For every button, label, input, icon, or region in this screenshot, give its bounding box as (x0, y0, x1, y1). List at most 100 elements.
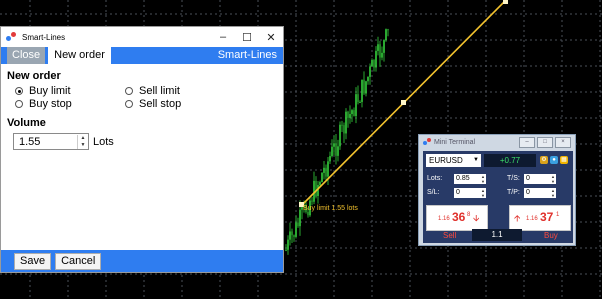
candle-body (357, 94, 359, 103)
mini-terminal-titlebar[interactable]: Mini Terminal – □ × (419, 135, 575, 149)
minimize-icon[interactable]: – (211, 27, 235, 47)
lots-field[interactable]: 0.85 ▲ ▼ (454, 174, 486, 184)
candle-body (307, 211, 309, 216)
chevron-up-icon[interactable]: ▲ (81, 135, 86, 142)
mini-terminal-logo-icon (423, 138, 431, 146)
candle-body (349, 114, 351, 118)
tab-new-order[interactable]: New order (48, 47, 111, 64)
radio-sell-stop[interactable]: Sell stop (125, 98, 235, 110)
candle-body (373, 60, 375, 68)
volume-unit: Lots (93, 135, 114, 148)
minimize-icon[interactable]: – (519, 137, 535, 148)
sell-button[interactable]: 1.16 36 8 🡫 (426, 205, 488, 231)
trendline-handle-end (503, 0, 508, 4)
candle-body (339, 124, 341, 147)
candle-body (379, 44, 381, 58)
sl-field[interactable]: 0 ▲ ▼ (454, 188, 486, 198)
candle-body (293, 235, 295, 237)
radio-buy-limit-dot[interactable] (15, 87, 23, 95)
sl-label: S/L: (427, 189, 440, 196)
arrow-down-icon: 🡫 (473, 213, 480, 223)
volume-stepper[interactable]: 1.55 ▲ ▼ (13, 133, 89, 150)
sell-label[interactable]: Sell (443, 231, 456, 240)
candles (285, 28, 389, 255)
buy-button[interactable]: 🡩 1.16 37 1 (509, 205, 571, 231)
chevron-down-icon[interactable]: ▼ (81, 142, 86, 149)
restore-icon[interactable]: □ (537, 137, 553, 148)
buy-price-prefix: 1.16 (526, 216, 538, 222)
candle-body (385, 29, 387, 41)
candle-body (297, 222, 299, 227)
arrow-up-icon: 🡩 (514, 213, 521, 223)
maximize-icon[interactable]: ☐ (235, 27, 259, 47)
dialog-footer: Save Cancel (1, 250, 283, 272)
lots-stepper[interactable]: ▲ ▼ (481, 174, 485, 184)
ts-field[interactable]: 0 ▲ ▼ (524, 174, 556, 184)
candle-body (287, 239, 289, 250)
chevron-down-icon[interactable]: ▼ (473, 154, 479, 167)
candle-body (377, 44, 379, 51)
candle-body (381, 52, 383, 58)
buy-label[interactable]: Buy (544, 231, 558, 240)
radio-sell-limit-dot[interactable] (125, 87, 133, 95)
tp-field[interactable]: 0 ▲ ▼ (524, 188, 556, 198)
symbol-select[interactable]: EURUSD ▼ (426, 154, 481, 167)
candle-body (319, 182, 321, 186)
dialog-tabbar: Close New order Smart-Lines (1, 47, 283, 64)
candle-body (359, 101, 361, 103)
tp-label: T/P: (507, 189, 520, 196)
candle-body (387, 29, 389, 31)
ts-stepper[interactable]: ▲ ▼ (551, 174, 555, 184)
price-change: +0.77 (484, 154, 536, 167)
ts-label: T/S: (507, 175, 520, 182)
dialog-body: New order Buy limit Sell limit Buy stop … (1, 64, 283, 150)
candle-body (325, 167, 327, 177)
sell-price-prefix: 1.16 (438, 216, 450, 222)
candle-body (347, 111, 349, 118)
candle-body (353, 110, 355, 117)
candle-body (323, 167, 325, 173)
candle-body (351, 110, 353, 115)
volume-value[interactable]: 1.55 (14, 136, 77, 148)
mini-terminal-panel: EURUSD ▼ +0.77 ⚙ ● ▦ Lots: 0.85 ▲ ▼ T/S: … (423, 151, 573, 243)
stepper-arrows[interactable]: ▲ ▼ (77, 134, 88, 149)
candle-body (331, 146, 333, 157)
candle-body (337, 146, 339, 156)
trade-lots-input[interactable]: 1.1 (472, 229, 522, 241)
candle-body (289, 231, 291, 240)
settings-icon[interactable]: ⚙ (540, 156, 548, 164)
candle-body (321, 172, 323, 183)
candle-body (329, 156, 331, 162)
candle-body (345, 111, 347, 134)
brand-label: Smart-Lines (217, 49, 277, 61)
info-icon[interactable]: ● (550, 156, 558, 164)
close-icon[interactable]: × (555, 137, 571, 148)
save-button[interactable]: Save (14, 252, 52, 270)
candle-body (333, 143, 335, 147)
candle-body (343, 125, 345, 134)
radio-buy-stop[interactable]: Buy stop (15, 98, 125, 110)
candle-body (285, 249, 287, 251)
dialog-title: Smart-Lines (22, 32, 66, 42)
candle-body (369, 66, 371, 77)
sell-price-big: 36 (452, 210, 466, 224)
tp-stepper[interactable]: ▲ ▼ (551, 188, 555, 198)
radio-sell-stop-dot[interactable] (125, 100, 133, 108)
volume-row: 1.55 ▲ ▼ Lots (13, 133, 277, 150)
smart-lines-logo-icon (6, 31, 18, 43)
candle-body (295, 222, 297, 237)
radio-sell-limit[interactable]: Sell limit (125, 85, 235, 97)
dialog-titlebar[interactable]: Smart-Lines – ☐ ✕ (1, 27, 283, 47)
candle-body (371, 60, 373, 67)
cancel-button[interactable]: Cancel (55, 252, 102, 270)
menu-icon[interactable]: ▦ (560, 156, 568, 164)
radio-buy-limit[interactable]: Buy limit (15, 85, 125, 97)
sl-stepper[interactable]: ▲ ▼ (481, 188, 485, 198)
candle-body (327, 161, 329, 177)
candle-body (355, 94, 357, 117)
tab-close[interactable]: Close (7, 47, 46, 64)
close-icon[interactable]: ✕ (259, 27, 283, 47)
radio-buy-stop-dot[interactable] (15, 100, 23, 108)
candle-body (299, 209, 301, 227)
smart-lines-dialog: Smart-Lines – ☐ ✕ Close New order Smart-… (0, 26, 284, 273)
